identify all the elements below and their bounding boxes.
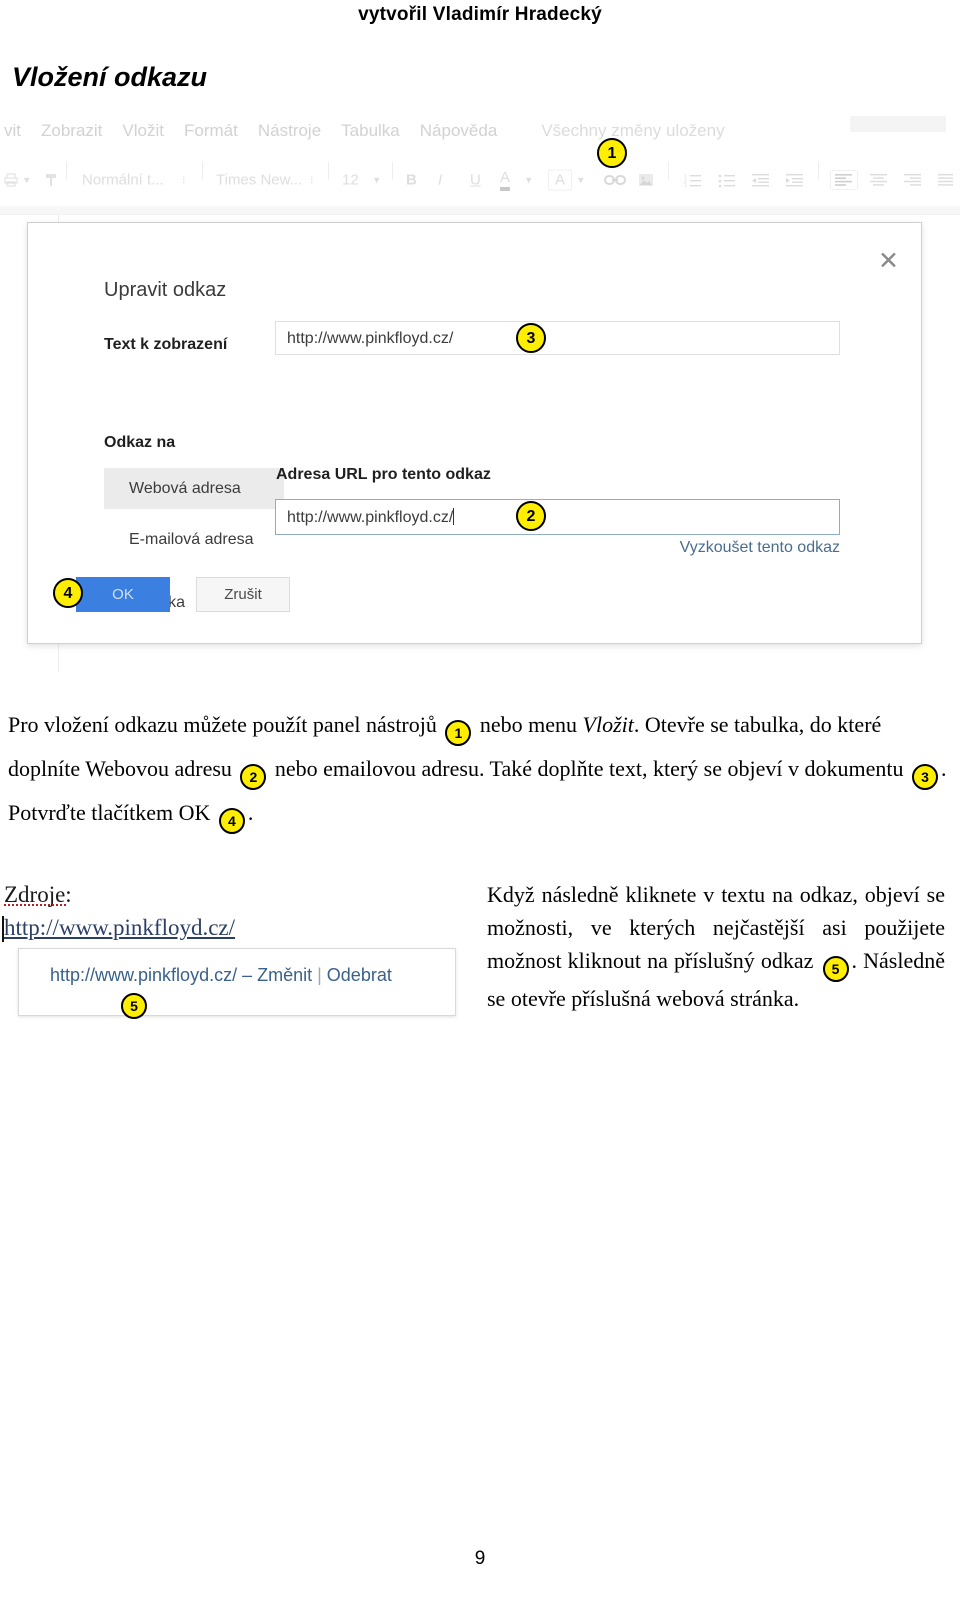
menu-item-vlozit[interactable]: Vložit: [122, 121, 164, 140]
align-justify-icon[interactable]: [938, 174, 954, 186]
url-caption: Adresa URL pro tento odkaz: [276, 466, 491, 483]
close-icon[interactable]: ✕: [878, 249, 899, 274]
p1-menu-emphasis: Vložit: [582, 712, 634, 737]
bubble-url[interactable]: http://www.pinkfloyd.cz/ –: [50, 965, 257, 985]
print-icon[interactable]: [4, 173, 18, 187]
text-color-button[interactable]: A: [500, 169, 511, 191]
menu-item-format[interactable]: Formát: [184, 121, 238, 140]
callout-marker-1: 1: [597, 138, 627, 168]
align-right-icon[interactable]: [904, 174, 922, 186]
numbered-list-icon[interactable]: 123: [684, 173, 702, 187]
indent-increase-icon[interactable]: [786, 173, 804, 187]
font-size-select[interactable]: 12: [342, 172, 359, 189]
page-number: 9: [474, 1548, 486, 1569]
align-center-icon[interactable]: [870, 174, 888, 186]
link-popup-screenshot: Zdroje: http://www.pinkfloyd.cz/ http://…: [0, 876, 460, 1041]
bubble-change-link[interactable]: Změnit: [257, 965, 312, 985]
page-title: Vložení odkazu: [12, 62, 208, 92]
inline-marker-4: 4: [218, 808, 245, 834]
italic-button[interactable]: I: [438, 172, 442, 189]
menu-item-napoveda[interactable]: Nápověda: [420, 121, 498, 140]
underline-button[interactable]: U: [470, 172, 481, 189]
docs-screenshot: vit Zobrazit Vložit Formát Nástroje Tabulka Ná…: [0, 112, 960, 672]
callout-marker-2: 2: [516, 501, 546, 531]
bubble-separator: |: [312, 965, 327, 985]
paragraph-style-value: Normální t...: [82, 171, 164, 189]
inline-marker-5: 5: [822, 956, 849, 982]
highlight-color-chevron-icon[interactable]: ▾: [578, 174, 584, 187]
author-header: vytvořil Vladimír Hradecký: [358, 4, 602, 25]
bold-button[interactable]: B: [406, 172, 417, 189]
followup-paragraph: Když následně kliknete v textu na odkaz,…: [487, 878, 945, 1015]
indent-decrease-icon[interactable]: [752, 173, 770, 187]
link-bubble-content: http://www.pinkfloyd.cz/ – Změnit | Odeb…: [50, 965, 392, 986]
link-to-label: Odkaz na: [104, 434, 176, 451]
p1-text-f: .: [247, 800, 254, 825]
font-family-chevron-icon[interactable]: ⁝: [310, 174, 314, 187]
save-status-label: Všechny změny uloženy: [541, 121, 725, 140]
font-size-value: 12: [342, 171, 359, 189]
image-icon[interactable]: [638, 173, 654, 187]
display-text-label: Text k zobrazení: [104, 336, 228, 353]
test-link-button[interactable]: Vyzkoušet tento odkaz: [680, 539, 840, 557]
callout-marker-5: 5: [121, 993, 147, 1019]
paragraph-style-select[interactable]: Normální t...: [82, 172, 164, 189]
menu-item-zobrazit[interactable]: Zobrazit: [41, 121, 102, 140]
link-to-option-email[interactable]: E-mailová adresa: [104, 519, 284, 560]
toolbar-separator-5: [668, 162, 669, 180]
document-link-text[interactable]: http://www.pinkfloyd.cz/: [4, 915, 235, 941]
toolbar-separator-4: [392, 162, 393, 180]
font-size-chevron-icon[interactable]: ▾: [374, 174, 380, 187]
svg-text:3: 3: [684, 183, 687, 187]
chevron-down-icon[interactable]: ▾: [24, 174, 30, 187]
zdroje-label: Zdroje:: [4, 882, 72, 907]
edit-link-dialog: ✕ Upravit odkaz Text k zobrazení http://…: [27, 222, 922, 644]
toolbar-separator-2: [202, 162, 203, 180]
bubble-remove-link[interactable]: Odebrat: [327, 965, 392, 985]
docs-page-top: [0, 206, 960, 214]
text-caret: [453, 508, 455, 525]
cancel-button[interactable]: Zrušit: [196, 577, 290, 612]
docs-menubar[interactable]: vit Zobrazit Vložit Formát Nástroje Tabulka Ná…: [0, 121, 960, 155]
font-family-value: Times New...: [216, 171, 303, 189]
inline-marker-1: 1: [445, 720, 472, 746]
p1-text-d: nebo emailovou adresu. Také doplňte text…: [269, 756, 909, 781]
menu-item-vit[interactable]: vit: [4, 121, 21, 140]
url-input-value: http://www.pinkfloyd.cz/: [287, 509, 454, 526]
paragraph-style-chevron-icon[interactable]: ⁝: [182, 174, 186, 187]
text-color-chevron-icon[interactable]: ▾: [526, 174, 532, 187]
instructions-paragraph: Pro vložení odkazu můžete použít panel n…: [8, 703, 952, 835]
url-input[interactable]: http://www.pinkfloyd.cz/: [275, 499, 840, 535]
toolbar-separator-1: [66, 162, 67, 180]
link-to-option-web[interactable]: Webová adresa: [104, 468, 284, 509]
docs-toolbar[interactable]: ▾ Normální t... ⁝ Times New... ⁝ 12 ▾ B …: [0, 160, 960, 200]
inline-marker-3: 3: [911, 764, 938, 790]
toolbar-separator-3: [328, 162, 329, 180]
dialog-title: Upravit odkaz: [104, 279, 227, 301]
highlight-color-button[interactable]: A: [548, 169, 573, 191]
font-family-select[interactable]: Times New...: [216, 172, 302, 189]
p1-text-a: Pro vložení odkazu můžete použít panel n…: [8, 712, 443, 737]
bulleted-list-icon[interactable]: [718, 173, 736, 187]
menu-item-tabulka[interactable]: Tabulka: [341, 121, 400, 140]
paint-format-icon[interactable]: [44, 173, 58, 187]
menu-item-nastroje[interactable]: Nástroje: [258, 121, 321, 140]
align-left-icon[interactable]: [830, 170, 858, 190]
p1-text-b: nebo menu: [474, 712, 583, 737]
toolbar-separator-6: [818, 162, 819, 180]
callout-marker-4: 4: [53, 578, 83, 608]
link-icon[interactable]: [604, 173, 626, 187]
inline-marker-2: 2: [240, 764, 267, 790]
callout-marker-3: 3: [516, 323, 546, 353]
ok-button[interactable]: OK: [76, 577, 170, 612]
display-text-input[interactable]: http://www.pinkfloyd.cz/: [275, 321, 840, 355]
link-bubble: http://www.pinkfloyd.cz/ – Změnit | Odeb…: [18, 948, 456, 1016]
